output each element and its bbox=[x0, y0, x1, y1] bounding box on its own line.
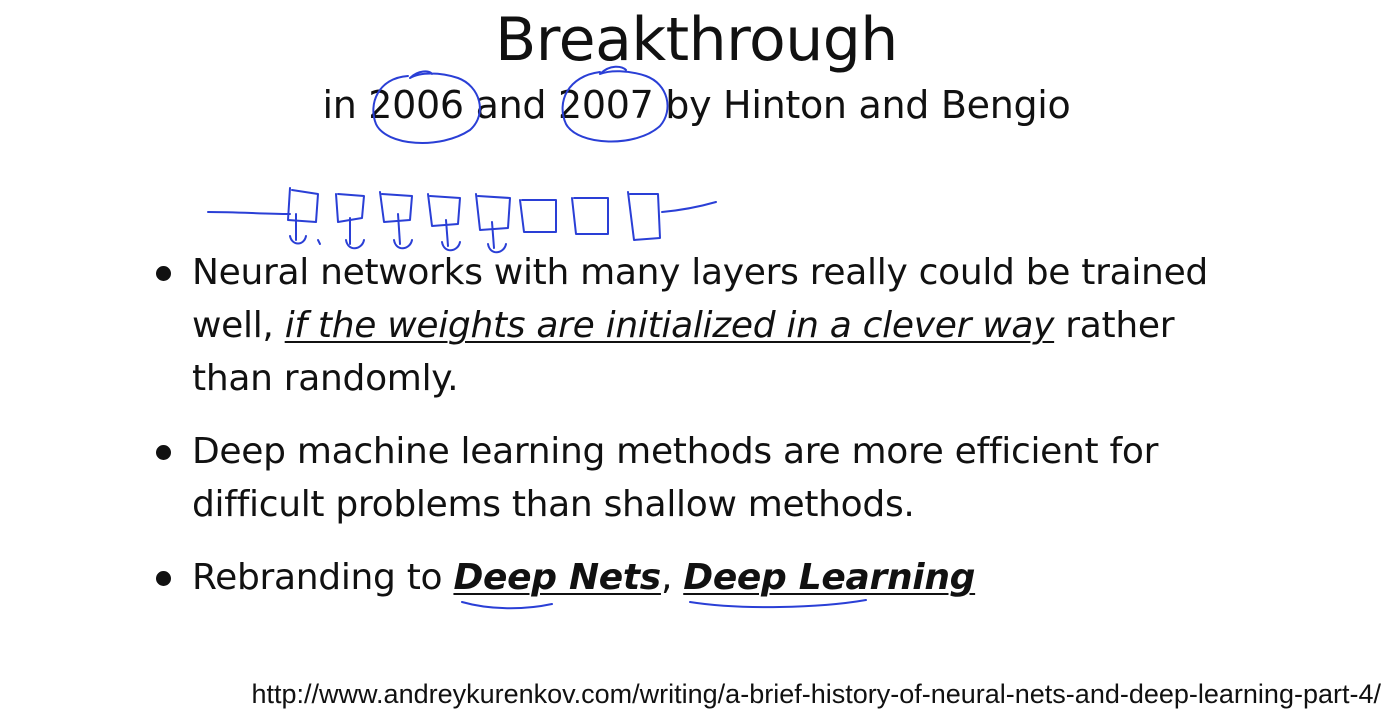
subtitle-year-2007: 2007 bbox=[557, 83, 654, 127]
layer-box-2 bbox=[335, 193, 365, 223]
bullet-dot-icon bbox=[156, 571, 171, 586]
subtitle-year-2006: 2006 bbox=[368, 83, 464, 127]
arrow-1 bbox=[289, 213, 307, 245]
layer-box-8 bbox=[627, 191, 661, 241]
tick-mark bbox=[317, 239, 321, 245]
subtitle-suffix: by Hinton and Bengio bbox=[653, 83, 1071, 127]
bullet-text: Deep machine learning methods are more e… bbox=[192, 431, 1159, 525]
bullet-text: Rebranding to bbox=[192, 557, 454, 598]
layer-box-3 bbox=[379, 191, 413, 223]
layer-box-4 bbox=[427, 193, 461, 227]
bullet-emphasis: if the weights are initialized in a clev… bbox=[284, 305, 1055, 346]
layer-box-7 bbox=[571, 197, 609, 235]
arrow-2 bbox=[345, 217, 365, 250]
layer-box-1 bbox=[287, 187, 319, 223]
layer-line-left bbox=[207, 211, 291, 215]
subtitle-prefix: in bbox=[322, 83, 369, 127]
term-deep-nets: Deep Nets bbox=[453, 557, 661, 598]
slide-subtitle: in 2006 and 2007 by Hinton and Bengio bbox=[0, 80, 1393, 130]
subtitle-middle: and bbox=[463, 83, 558, 127]
term-separator: , bbox=[660, 557, 684, 598]
source-link[interactable]: http://www.andreykurenkov.com/writing/a-… bbox=[252, 676, 1382, 712]
term-deep-learning: Deep Learning bbox=[683, 557, 976, 598]
slide: Breakthrough in 2006 and 2007 by Hinton … bbox=[0, 0, 1393, 720]
bullet-item: Rebranding to Deep Nets, Deep Learning bbox=[148, 551, 1248, 604]
layer-line-right bbox=[661, 201, 717, 213]
bullet-dot-icon bbox=[156, 266, 171, 281]
layer-box-6 bbox=[519, 199, 557, 233]
layer-box-5 bbox=[475, 193, 511, 231]
bullet-item: Deep machine learning methods are more e… bbox=[148, 425, 1248, 531]
bullet-list: Neural networks with many layers really … bbox=[148, 246, 1248, 604]
bullet-dot-icon bbox=[156, 445, 171, 460]
arrow-3 bbox=[393, 213, 413, 250]
bullet-item: Neural networks with many layers really … bbox=[148, 246, 1248, 405]
slide-title: Breakthrough bbox=[495, 5, 898, 75]
